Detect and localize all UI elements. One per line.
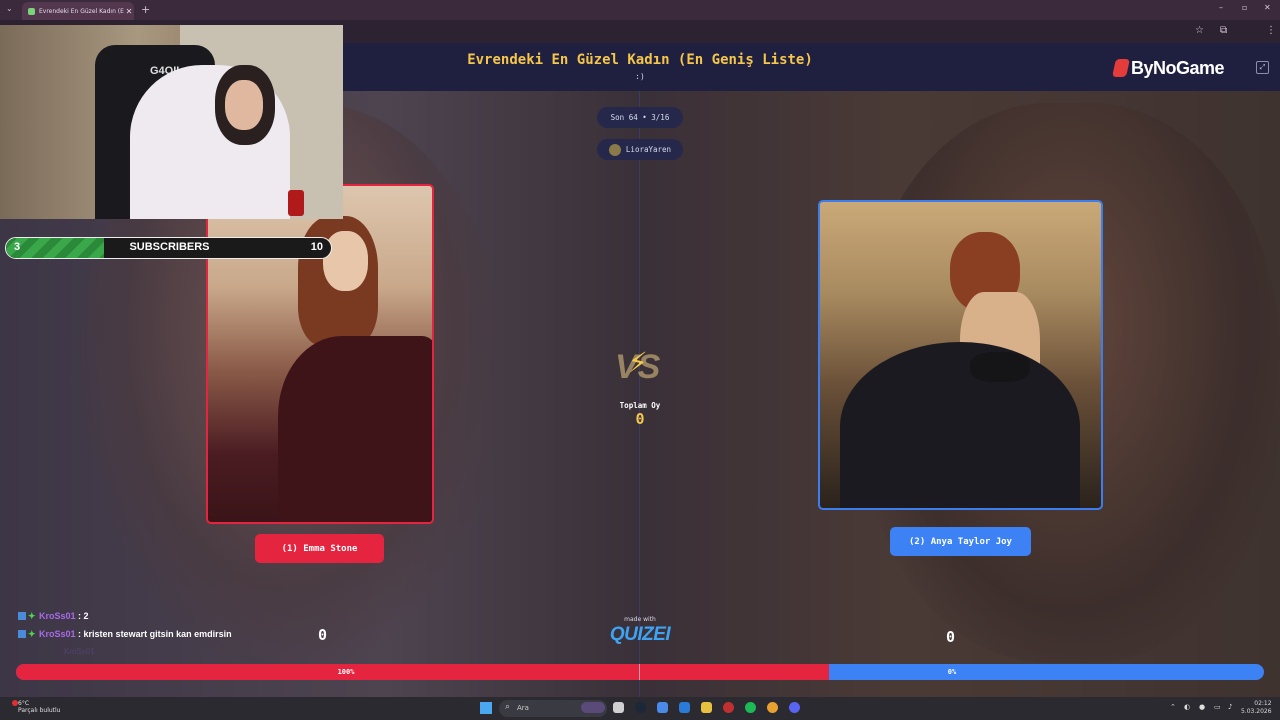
- subscriber-goal: 10: [310, 241, 323, 253]
- store-icon[interactable]: [679, 702, 690, 713]
- maximize-button[interactable]: ▫: [1242, 3, 1247, 12]
- badge-icon: [18, 630, 26, 638]
- tab-close-icon[interactable]: ✕: [124, 7, 134, 16]
- weather-widget[interactable]: 6°C Parçalı bulutlu: [18, 700, 60, 714]
- center-divider: [639, 91, 640, 697]
- made-with-label: made with: [624, 616, 656, 623]
- left-vote-count: 0: [318, 626, 328, 644]
- steam-icon[interactable]: [635, 702, 646, 713]
- sparkle-icon: ✦: [28, 611, 36, 621]
- file-explorer-icon[interactable]: [701, 702, 712, 713]
- left-choice-button[interactable]: (1) Emma Stone: [255, 534, 384, 563]
- app-icon[interactable]: [723, 702, 734, 713]
- browser-menu-icon[interactable]: ⋮: [1266, 25, 1276, 36]
- widgets-icon[interactable]: [581, 702, 605, 713]
- tab-title: Evrendeki En Güzel Kadın (En G: [39, 7, 124, 15]
- start-button[interactable]: [480, 702, 492, 714]
- left-choice-image[interactable]: [206, 184, 434, 524]
- copilot-icon[interactable]: [657, 702, 668, 713]
- vote-progress-bar: 100% 0%: [16, 664, 1264, 680]
- tray-chevron-icon[interactable]: ⌃: [1170, 703, 1176, 711]
- badge-icon: [18, 612, 26, 620]
- search-icon: ⌕: [505, 702, 511, 712]
- task-view-icon[interactable]: [613, 702, 624, 713]
- left-progress-fill: [16, 664, 829, 680]
- total-votes-label: Toplam Oy: [619, 401, 661, 410]
- tray-icon[interactable]: ◐: [1184, 703, 1190, 711]
- discord-icon[interactable]: [789, 702, 800, 713]
- volume-icon[interactable]: ♪: [1228, 703, 1232, 711]
- right-choice-image[interactable]: [818, 200, 1103, 510]
- taskbar-clock[interactable]: 02:12 5.03.2026: [1241, 700, 1272, 716]
- subscriber-label: SUBSCRIBERS: [129, 241, 210, 253]
- subscriber-goal-bar: 3 SUBSCRIBERS 10: [5, 237, 332, 259]
- taskbar: 6°C Parçalı bulutlu ⌕ Ara ⌃ ◐ ● ▭ ♪ 02:1…: [0, 697, 1280, 720]
- chat-message: ✦ KroSs01 : 2: [18, 611, 89, 621]
- user-avatar: [608, 143, 621, 156]
- right-vote-count: 0: [946, 628, 956, 646]
- cup-icon: [288, 190, 304, 216]
- spotify-icon[interactable]: [745, 702, 756, 713]
- browser-tab[interactable]: Evrendeki En Güzel Kadın (En G ✕: [22, 2, 134, 20]
- round-pill: Son 64 • 3/16: [597, 107, 683, 128]
- browser-tab-bar: ⌄ Evrendeki En Güzel Kadın (En G ✕ + – ▫…: [0, 0, 1280, 20]
- total-votes-value: 0: [635, 410, 645, 428]
- extensions-icon[interactable]: ⧉: [1220, 25, 1227, 36]
- brand-mark-icon: [1112, 59, 1130, 77]
- chrome-icon[interactable]: [767, 702, 778, 713]
- right-choice-button[interactable]: (2) Anya Taylor Joy: [890, 527, 1031, 556]
- quizei-logo[interactable]: QUIZEI: [600, 624, 680, 646]
- network-icon[interactable]: ▭: [1214, 703, 1221, 711]
- close-window-button[interactable]: ✕: [1264, 3, 1271, 12]
- user-pill: LioraYaren: [597, 139, 683, 160]
- sparkle-icon: ✦: [28, 629, 36, 639]
- new-tab-button[interactable]: +: [141, 3, 150, 16]
- tab-search-icon[interactable]: ⌄: [6, 4, 13, 13]
- bookmark-star-icon[interactable]: ☆: [1195, 25, 1204, 36]
- lightning-icon: ⚡: [628, 346, 648, 379]
- minimize-button[interactable]: –: [1219, 3, 1223, 12]
- brand-logo: ByNoGame: [1112, 58, 1225, 79]
- fullscreen-icon[interactable]: ⤢: [1256, 61, 1269, 74]
- microphone-icon[interactable]: ●: [1199, 703, 1205, 711]
- right-percent: 0%: [947, 668, 957, 676]
- chat-message-faded: KroSs01: [64, 647, 95, 656]
- left-percent: 100%: [337, 668, 355, 676]
- chat-message: ✦ KroSs01 : kristen stewart gitsin kan em…: [18, 629, 232, 639]
- webcam-overlay: G4OIL: [0, 25, 343, 219]
- username: LioraYaren: [625, 145, 672, 154]
- favicon-icon: [28, 7, 35, 15]
